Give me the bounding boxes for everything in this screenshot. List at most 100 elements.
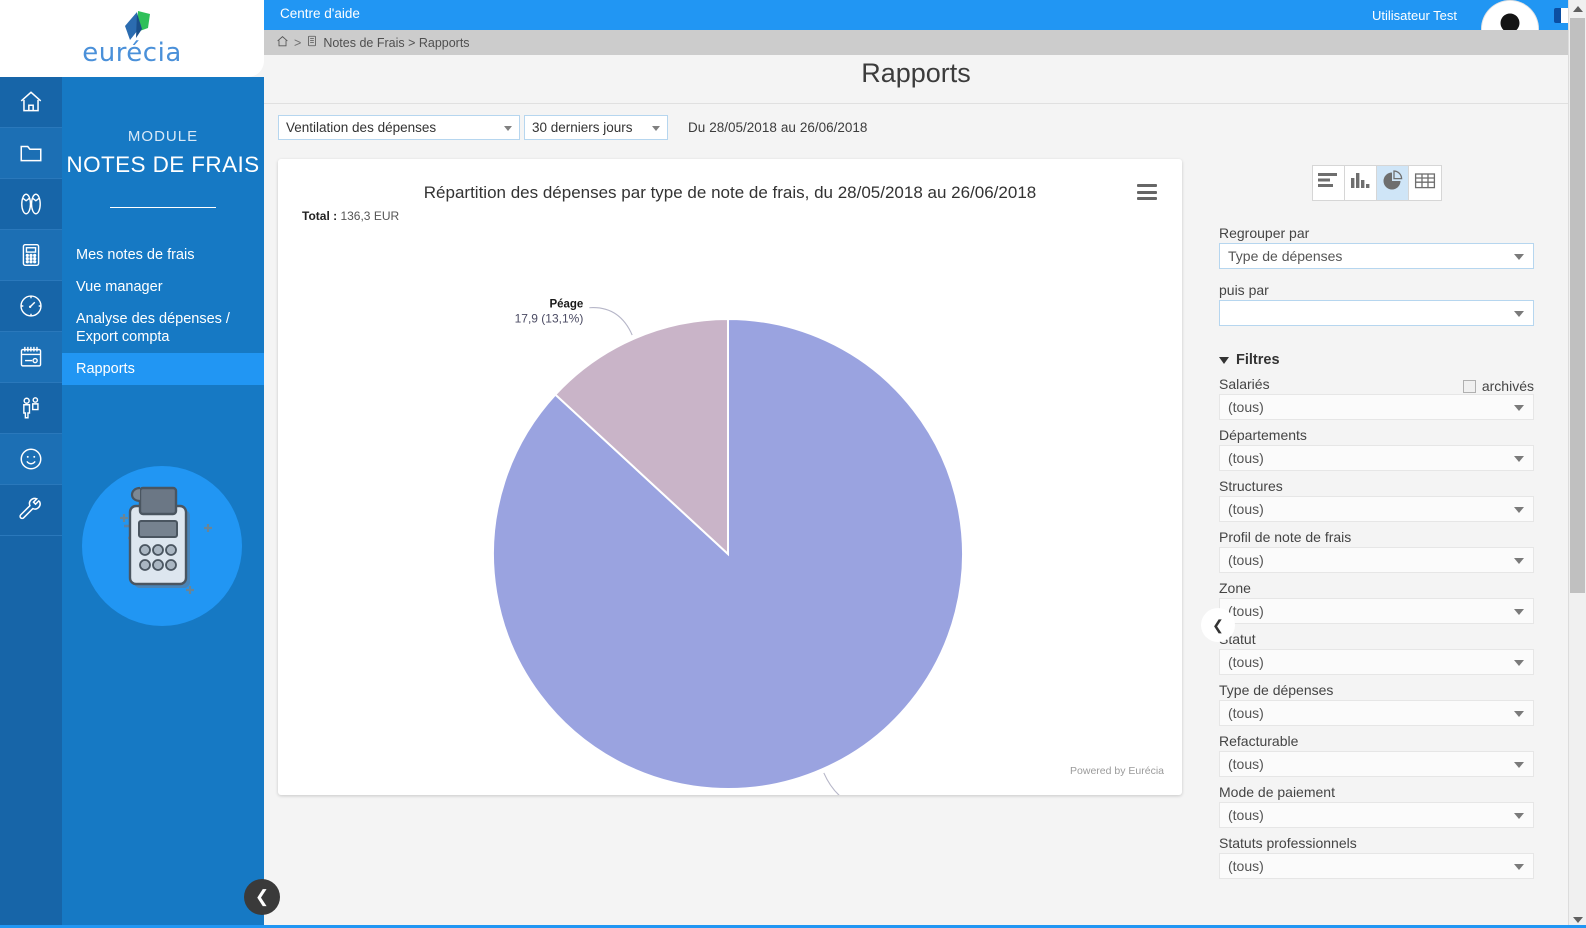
report-toolbar: Ventilation des dépenses 30 derniers jou… xyxy=(278,115,871,140)
filter-select-mode-de-paiement[interactable]: (tous) xyxy=(1219,802,1534,828)
filter-field-structures: Structures (tous) xyxy=(1219,478,1534,522)
pie-label-connector xyxy=(823,772,867,811)
filter-select-departements[interactable]: (tous) xyxy=(1219,445,1534,471)
right-panel-collapse-button[interactable]: ❮ xyxy=(1201,608,1235,642)
horizontal-bar-chart-icon xyxy=(1317,171,1339,196)
module-title: NOTES DE FRAIS xyxy=(66,152,260,177)
filter-value-mode-de-paiement: (tous) xyxy=(1228,807,1264,823)
brand-logo[interactable]: eurécia xyxy=(0,0,264,77)
chart-type-bar-vertical-button[interactable] xyxy=(1345,166,1377,200)
brand-name: eurécia xyxy=(82,37,182,68)
user-name-label[interactable]: Utilisateur Test xyxy=(1372,8,1457,23)
scrollbar-thumb[interactable] xyxy=(1570,18,1585,593)
chevron-down-icon xyxy=(1514,609,1524,615)
chart-type-table-button[interactable] xyxy=(1409,166,1440,200)
breadcrumb-path[interactable]: Notes de Frais > Rapports xyxy=(323,36,469,50)
range-mid: au xyxy=(780,120,796,135)
filter-select-structures[interactable]: (tous) xyxy=(1219,496,1534,522)
chart-card: Répartition des dépenses par type de not… xyxy=(278,159,1182,830)
report-type-value: Ventilation des dépenses xyxy=(286,120,437,135)
filter-label-salaries: Salariés xyxy=(1219,376,1270,392)
archived-label: archivés xyxy=(1481,378,1534,394)
rail-icon-flip-flops[interactable] xyxy=(0,179,62,230)
group-by-select[interactable]: Type de dépenses xyxy=(1219,243,1534,269)
filter-label-statuts-professionnels: Statuts professionnels xyxy=(1219,835,1357,851)
scrollbar-up-button[interactable] xyxy=(1569,0,1586,17)
date-range-label: Du 28/05/2018 au 26/06/2018 xyxy=(688,120,871,135)
pie-label-connector xyxy=(589,307,633,336)
then-by-field: puis par xyxy=(1219,282,1534,326)
filter-select-type-de-depenses[interactable]: (tous) xyxy=(1219,700,1534,726)
help-center-link[interactable]: Centre d'aide xyxy=(280,6,360,21)
then-by-select[interactable] xyxy=(1219,300,1534,326)
range-to: 26/06/2018 xyxy=(799,120,868,135)
sidebar-item-vue-manager[interactable]: Vue manager xyxy=(62,271,264,303)
range-from: 28/05/2018 xyxy=(709,120,777,135)
sidebar-item-rapports[interactable]: Rapports xyxy=(62,353,264,385)
salaries-row: Salariés archivés xyxy=(1219,376,1534,394)
rail-icon-folder[interactable] xyxy=(0,128,62,179)
chart-type-toolbar xyxy=(1311,165,1442,201)
filter-field-statuts-professionnels: Statuts professionnels (tous) xyxy=(1219,835,1534,879)
pie-label-value: 17,9 (13,1%) xyxy=(515,312,584,326)
caret-down-icon xyxy=(1572,916,1583,923)
breadcrumb: > Notes de Frais > Rapports xyxy=(276,34,470,51)
filter-value-structures: (tous) xyxy=(1228,501,1264,517)
archived-checkbox[interactable] xyxy=(1462,379,1476,393)
filter-label-structures: Structures xyxy=(1219,478,1283,494)
breadcrumb-bar: > Notes de Frais > Rapports xyxy=(264,30,1568,55)
filter-label-refacturable: Refacturable xyxy=(1219,733,1299,749)
chevron-down-icon xyxy=(1514,456,1524,462)
rail-icon-home[interactable] xyxy=(0,77,62,128)
module-label: MODULE xyxy=(127,128,199,145)
filter-select-refacturable[interactable]: (tous) xyxy=(1219,751,1534,777)
filter-value-salaries: (tous) xyxy=(1228,399,1264,415)
sidebar-item-analyse-des-depenses[interactable]: Analyse des dépenses / Export compta xyxy=(62,303,264,353)
filter-select-statuts-professionnels[interactable]: (tous) xyxy=(1219,853,1534,879)
filter-select-profil-note-de-frais[interactable]: (tous) xyxy=(1219,547,1534,573)
filter-value-profil-note-de-frais: (tous) xyxy=(1228,552,1264,568)
chevron-down-icon xyxy=(1514,660,1524,666)
caret-down-icon xyxy=(1219,356,1229,364)
filters-section-header[interactable]: Filtres xyxy=(1219,352,1534,368)
chevron-down-icon xyxy=(1514,507,1524,513)
rail-icon-calculator[interactable] xyxy=(0,230,62,281)
range-prefix: Du xyxy=(688,120,706,135)
rail-icon-people[interactable] xyxy=(0,383,62,434)
vertical-bar-chart-icon xyxy=(1349,171,1371,196)
chevron-down-icon xyxy=(1514,762,1524,768)
rail-icon-calendar[interactable] xyxy=(0,332,62,383)
group-by-label: Regrouper par xyxy=(1219,225,1310,241)
rail-icon-smiley[interactable] xyxy=(0,434,62,485)
filter-label-zone: Zone xyxy=(1219,580,1251,596)
home-icon[interactable] xyxy=(276,35,289,51)
chart-type-pie-button[interactable] xyxy=(1377,166,1410,200)
filter-value-departements: (tous) xyxy=(1228,450,1264,466)
report-type-select[interactable]: Ventilation des dépenses xyxy=(278,115,520,140)
then-by-label: puis par xyxy=(1219,282,1269,298)
chevron-down-icon xyxy=(1514,405,1524,411)
chevron-down-icon xyxy=(1514,864,1524,870)
document-icon[interactable] xyxy=(306,34,318,51)
calculator-illustration-icon xyxy=(82,466,242,626)
sidebar-item-mes-notes-de-frais[interactable]: Mes notes de frais xyxy=(62,239,264,271)
filter-field-mode-de-paiement: Mode de paiement (tous) xyxy=(1219,784,1534,828)
filter-value-statut: (tous) xyxy=(1228,654,1264,670)
period-select[interactable]: 30 derniers jours xyxy=(524,115,668,140)
filter-select-zone[interactable]: (tous) xyxy=(1219,598,1534,624)
main-content: Rapports Ventilation des dépenses 30 der… xyxy=(264,55,1568,928)
page-scrollbar[interactable] xyxy=(1568,0,1586,928)
chevron-left-icon: ❮ xyxy=(1212,616,1224,633)
rail-icon-dashboard-gauge[interactable] xyxy=(0,281,62,332)
chevron-down-icon xyxy=(652,125,660,131)
archived-checkbox-wrap[interactable]: archivés xyxy=(1462,378,1534,394)
sidebar-collapse-button[interactable]: ❮ xyxy=(244,879,280,915)
filter-select-statut[interactable]: (tous) xyxy=(1219,649,1534,675)
rail-icon-wrench[interactable] xyxy=(0,485,62,536)
filter-value-type-de-depenses: (tous) xyxy=(1228,705,1264,721)
filter-field-statut: Statut (tous) xyxy=(1219,631,1534,675)
filter-value-statuts-professionnels: (tous) xyxy=(1228,858,1264,874)
filter-select-salaries[interactable]: (tous) xyxy=(1219,394,1534,420)
powered-by-label: Powered by Eurécia xyxy=(1070,765,1164,777)
chart-type-bar-horizontal-button[interactable] xyxy=(1313,166,1345,200)
